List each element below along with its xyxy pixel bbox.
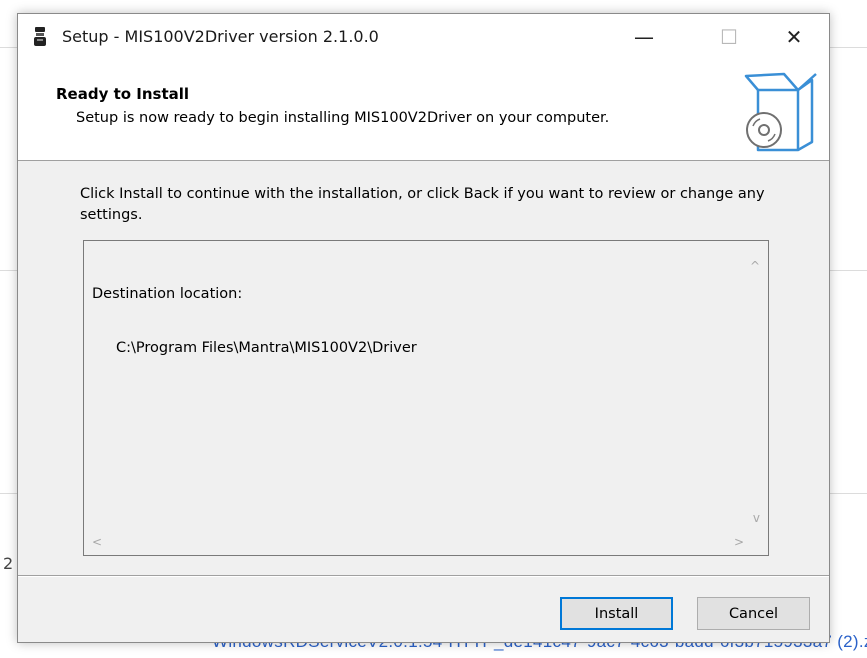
intro-text: Click Install to continue with the insta… (80, 186, 765, 223)
minimize-button[interactable]: — (613, 14, 675, 60)
scroll-up-arrow[interactable]: ^ (750, 259, 760, 273)
box-disc-icon (740, 70, 820, 155)
cancel-button[interactable]: Cancel (697, 597, 810, 630)
wizard-header: Ready to Install Setup is now ready to b… (18, 60, 829, 161)
setup-app-icon (34, 27, 46, 47)
memo-content: Destination location: C:\Program Files\M… (92, 249, 417, 393)
close-button[interactable]: ✕ (763, 14, 825, 60)
ready-memo[interactable]: Destination location: C:\Program Files\M… (83, 240, 769, 556)
memo-path: C:\Program Files\Mantra\MIS100V2\Driver (116, 340, 417, 356)
scroll-left-arrow[interactable]: < (92, 535, 102, 549)
memo-label: Destination location: (92, 286, 243, 302)
maximize-button[interactable]: ☐ (698, 14, 760, 60)
footer-divider (18, 575, 829, 576)
window-title: Setup - MIS100V2Driver version 2.1.0.0 (62, 27, 379, 46)
background-stray-char: 2 (3, 554, 14, 573)
title-bar[interactable]: Setup - MIS100V2Driver version 2.1.0.0 —… (18, 14, 829, 60)
scroll-down-arrow[interactable]: v (753, 511, 760, 525)
install-button[interactable]: Install (560, 597, 673, 630)
scroll-right-arrow[interactable]: > (734, 535, 744, 549)
setup-dialog: Setup - MIS100V2Driver version 2.1.0.0 —… (17, 13, 830, 643)
page-subtitle: Setup is now ready to begin installing M… (76, 110, 610, 126)
page-title: Ready to Install (56, 85, 190, 103)
